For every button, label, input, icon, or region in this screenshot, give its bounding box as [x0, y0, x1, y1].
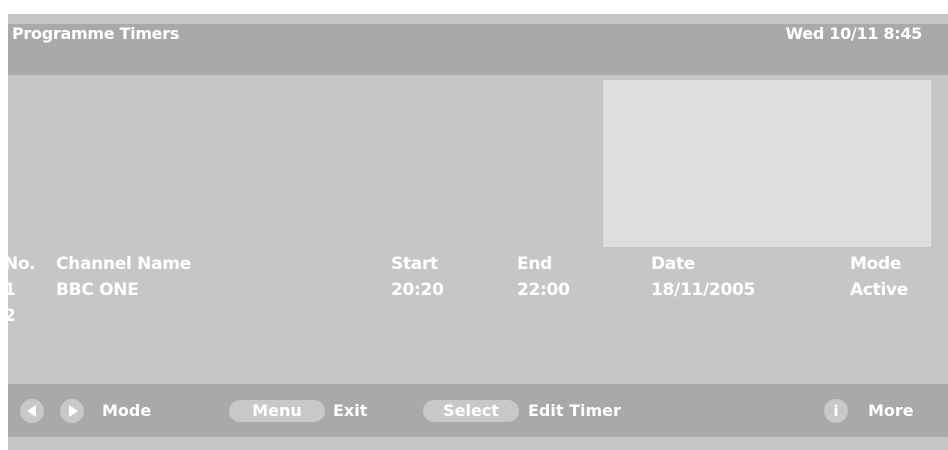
column-header-mode: Mode	[850, 254, 902, 274]
timer-row-1-channel[interactable]: BBC ONE	[56, 280, 139, 300]
page-title: Programme Timers	[12, 24, 180, 43]
timer-row-2-no[interactable]: 2	[4, 306, 16, 326]
timer-row-1-date[interactable]: 18/11/2005	[651, 280, 755, 300]
column-header-end: End	[517, 254, 552, 274]
edit-timer-label: Edit Timer	[528, 401, 621, 420]
video-preview	[603, 80, 931, 247]
right-arrow-button[interactable]	[60, 399, 84, 423]
info-button[interactable]: i	[824, 399, 848, 423]
column-header-start: Start	[391, 254, 438, 274]
exit-label: Exit	[333, 401, 368, 420]
timer-row-1-mode[interactable]: Active	[850, 280, 908, 300]
right-arrow-icon	[69, 405, 78, 417]
timer-row-1-end[interactable]: 22:00	[517, 280, 570, 300]
more-label: More	[868, 401, 914, 420]
menu-key[interactable]: Menu	[229, 400, 325, 422]
column-header-date: Date	[651, 254, 696, 274]
info-icon: i	[833, 402, 839, 420]
clock: Wed 10/11 8:45	[785, 24, 923, 43]
select-key[interactable]: Select	[423, 400, 519, 422]
timer-row-1-start[interactable]: 20:20	[391, 280, 444, 300]
column-header-channel: Channel Name	[56, 254, 191, 274]
left-arrow-icon	[27, 405, 36, 417]
timer-row-1-no[interactable]: 1	[4, 280, 16, 300]
mode-label: Mode	[102, 401, 152, 420]
column-header-no: No.	[4, 254, 36, 274]
left-arrow-button[interactable]	[20, 399, 44, 423]
